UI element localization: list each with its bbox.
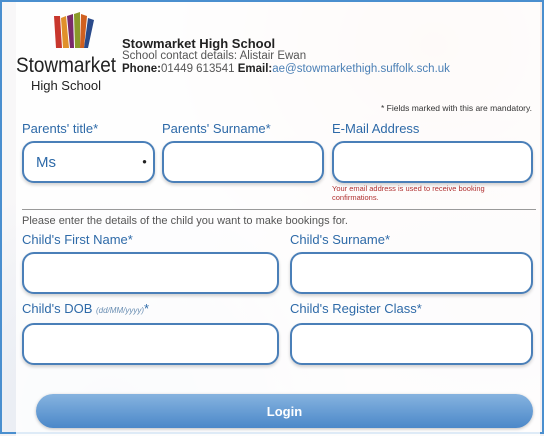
- phone-label: Phone:: [122, 63, 161, 75]
- child-surname-label: Child's Surname*: [290, 232, 391, 247]
- child-dob-format-hint: (dd/MM/yyyy): [96, 306, 145, 315]
- school-logo: Stowmarket High School: [16, 12, 116, 93]
- phone-number: 01449 613541: [160, 63, 235, 75]
- mandatory-note: * Fields marked with this are mandatory.: [380, 103, 532, 113]
- logo-wordmark: Stowmarket: [16, 54, 116, 77]
- child-register-class-label: Child's Register Class*: [290, 301, 422, 316]
- school-name: Stowmarket High School: [122, 36, 276, 51]
- section-divider: [22, 209, 536, 210]
- parent-surname-label: Parents' Surname*: [162, 121, 271, 136]
- books-icon: [54, 12, 94, 48]
- phone-email-line: Phone:01449 613541 Email:ae@stowmarkethi…: [122, 63, 450, 75]
- child-first-name-label: Child's First Name*: [22, 232, 133, 247]
- parent-title-value: Ms: [36, 153, 56, 171]
- child-register-class-input[interactable]: [290, 323, 533, 365]
- window-frame: Stowmarket High School Stowmarket High S…: [0, 0, 544, 436]
- contact-details: School contact details: Alistair Ewan: [122, 50, 307, 62]
- child-dob-label-text: Child's DOB: [22, 301, 93, 316]
- parent-title-select[interactable]: Ms ●: [22, 141, 155, 183]
- email-label: Email:: [237, 63, 273, 75]
- child-first-name-input[interactable]: [22, 252, 279, 294]
- email-address-input[interactable]: [332, 141, 533, 183]
- child-surname-input[interactable]: [290, 252, 533, 294]
- login-button[interactable]: Login: [36, 394, 533, 428]
- email-note: Your email address is used to receive bo…: [332, 184, 485, 202]
- child-dob-required-star: *: [144, 301, 150, 316]
- logo-subtitle: High School: [31, 78, 101, 93]
- child-dob-label: Child's DOB (dd/MM/yyyy)*: [22, 301, 149, 316]
- email-address-label: E-Mail Address: [332, 121, 420, 136]
- dropdown-caret-icon: ●: [142, 157, 147, 166]
- parent-title-label: Parents' title*: [22, 121, 99, 136]
- child-instructions: Please enter the details of the child yo…: [22, 215, 348, 227]
- contact-email-link[interactable]: ae@stowmarkethigh.suffolk.sch.uk: [272, 63, 450, 75]
- parent-surname-input[interactable]: [162, 141, 324, 183]
- child-dob-input[interactable]: [22, 323, 279, 365]
